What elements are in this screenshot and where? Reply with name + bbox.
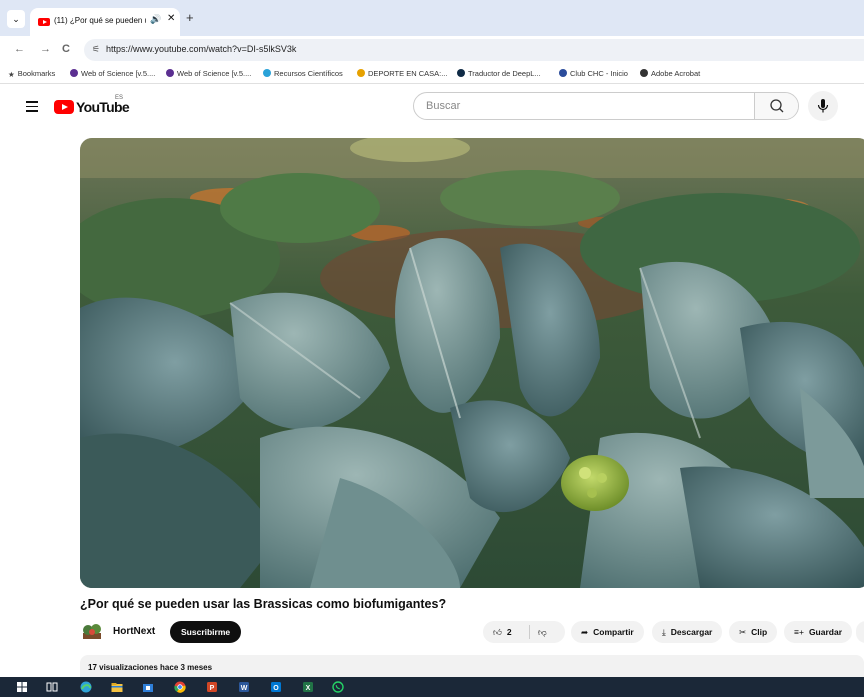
recursos-icon xyxy=(263,69,271,77)
bookmark-item[interactable]: ★ Bookmarks xyxy=(8,69,55,79)
back-arrow-icon[interactable]: ← xyxy=(14,43,25,55)
youtube-favicon-icon xyxy=(38,18,50,26)
forward-arrow-icon[interactable]: → xyxy=(40,43,51,55)
audio-playing-icon[interactable]: 🔊 xyxy=(150,14,161,25)
acrobat-icon xyxy=(640,69,648,77)
bookmark-label: Web of Science [v.5.... xyxy=(177,69,252,78)
svg-text:P: P xyxy=(210,685,215,692)
clip-label: Clip xyxy=(751,627,768,637)
svg-text:O: O xyxy=(273,685,279,692)
clip-button[interactable]: ✂ Clip xyxy=(729,621,778,643)
bookmark-label: Traductor de DeepL... xyxy=(468,69,541,78)
like-dislike-group: 👍︎ 2 👎︎ xyxy=(483,621,565,643)
bookmark-label: Adobe Acrobat xyxy=(651,69,701,78)
bookmarks-bar: ★ Bookmarks Web of Science [v.5.... Web of … xyxy=(0,64,864,84)
voice-search-button[interactable] xyxy=(808,91,838,121)
youtube-logo-text: YouTube xyxy=(76,99,130,115)
thumbs-up-icon: 👍︎ xyxy=(493,627,502,637)
video-player[interactable] xyxy=(80,138,864,588)
bookmark-label: Bookmarks xyxy=(17,69,56,78)
bookmark-item[interactable]: Adobe Acrobat xyxy=(640,69,700,78)
menu-hamburger-icon[interactable] xyxy=(26,101,38,112)
channel-avatar[interactable] xyxy=(80,621,104,643)
search-icon xyxy=(770,99,784,113)
outlook-icon[interactable]: O xyxy=(270,681,282,693)
bookmark-label: Web of Science [v.5.... xyxy=(81,69,156,78)
whatsapp-icon[interactable] xyxy=(332,681,344,693)
wos-icon xyxy=(166,69,174,77)
windows-taskbar: P W O X xyxy=(0,677,864,697)
windows-start-icon[interactable] xyxy=(16,681,28,693)
tab-search-dropdown[interactable]: ⌄ xyxy=(7,10,25,28)
reload-icon[interactable]: C xyxy=(62,43,70,55)
video-frame-image xyxy=(80,138,864,588)
wos-icon xyxy=(70,69,78,77)
download-icon: ⤓ xyxy=(662,627,666,637)
search-box[interactable]: Buscar xyxy=(413,92,799,120)
bookmark-label: Club CHC - Inicio xyxy=(570,69,628,78)
share-button[interactable]: ➦ Compartir xyxy=(571,621,644,643)
bookmark-item[interactable]: DEPORTE EN CASA:... xyxy=(357,69,447,78)
views-and-date: 17 visualizaciones hace 3 meses xyxy=(88,663,213,672)
more-actions-button[interactable] xyxy=(856,621,864,643)
bookmark-label: DEPORTE EN CASA:... xyxy=(368,69,448,78)
search-input[interactable]: Buscar xyxy=(426,100,460,112)
like-count: 2 xyxy=(506,627,512,637)
star-icon: ★ xyxy=(8,70,15,79)
youtube-play-logo-icon xyxy=(54,100,74,114)
youtube-logo[interactable]: YouTube ES xyxy=(54,95,174,117)
browser-tab-youtube[interactable]: (11) ¿Por qué se pueden usar las Brassic… xyxy=(30,8,180,36)
save-label: Guardar xyxy=(808,627,843,637)
dislike-button[interactable]: 👎︎ xyxy=(538,621,552,643)
like-button[interactable]: 👍︎ 2 xyxy=(493,621,512,643)
bookmark-item[interactable]: Traductor de DeepL... xyxy=(457,69,541,78)
browser-tab-bar: ⌄ (11) ¿Por qué se pueden usar las Brass… xyxy=(0,0,864,36)
bookmark-item[interactable]: Recursos Científicos xyxy=(263,69,343,78)
region-code: ES xyxy=(115,95,124,101)
scissors-icon: ✂ xyxy=(739,627,747,637)
download-label: Descargar xyxy=(670,627,713,637)
task-view-icon[interactable] xyxy=(46,681,58,693)
like-divider xyxy=(529,625,530,639)
address-bar[interactable]: ⚟ https://www.youtube.com/watch?v=DI-s5l… xyxy=(84,39,864,61)
channel-name[interactable]: HortNext xyxy=(113,626,155,637)
svg-text:X: X xyxy=(306,685,311,692)
microphone-icon xyxy=(817,99,829,113)
svg-text:W: W xyxy=(241,685,248,692)
site-settings-icon[interactable]: ⚟ xyxy=(92,44,100,55)
excel-icon[interactable]: X xyxy=(302,681,314,693)
deepl-icon xyxy=(457,69,465,77)
powerpoint-icon[interactable]: P xyxy=(206,681,218,693)
bookmark-label: Recursos Científicos xyxy=(274,69,343,78)
store-icon[interactable] xyxy=(142,681,154,693)
share-arrow-icon: ➦ xyxy=(581,627,589,637)
tab-close-icon[interactable]: ✕ xyxy=(167,13,175,24)
chrome-icon[interactable] xyxy=(174,681,186,693)
video-title: ¿Por qué se pueden usar las Brassicas co… xyxy=(80,597,447,611)
browser-toolbar: ← → C ⚟ https://www.youtube.com/watch?v=… xyxy=(0,36,864,64)
edge-icon[interactable] xyxy=(80,681,92,693)
word-icon[interactable]: W xyxy=(238,681,250,693)
club-icon xyxy=(559,69,567,77)
youtube-header: YouTube ES Buscar xyxy=(0,84,864,130)
share-label: Compartir xyxy=(593,627,634,637)
video-actions-row: HortNext Suscribirme 👍︎ 2 👎︎ ➦ Compartir ⤓… xyxy=(80,621,864,647)
search-button[interactable] xyxy=(754,93,798,119)
new-tab-button[interactable]: + xyxy=(186,10,194,25)
download-button[interactable]: ⤓ Descargar xyxy=(652,621,723,643)
subscribe-button[interactable]: Suscribirme xyxy=(170,621,242,643)
thumbs-down-icon: 👎︎ xyxy=(538,627,547,637)
bookmark-item[interactable]: Web of Science [v.5.... xyxy=(166,69,251,78)
deporte-icon xyxy=(357,69,365,77)
tab-title: (11) ¿Por qué se pueden usar las Brassic… xyxy=(54,16,146,25)
save-button[interactable]: ≡+ Guardar xyxy=(784,621,853,643)
add-to-playlist-icon: ≡+ xyxy=(794,627,804,637)
file-explorer-icon[interactable] xyxy=(111,681,123,693)
bookmark-item[interactable]: Club CHC - Inicio xyxy=(559,69,628,78)
url-text[interactable]: https://www.youtube.com/watch?v=DI-s5lkS… xyxy=(106,44,296,54)
bookmark-item[interactable]: Web of Science [v.5.... xyxy=(70,69,155,78)
description-box[interactable]: 17 visualizaciones hace 3 meses xyxy=(80,655,864,677)
